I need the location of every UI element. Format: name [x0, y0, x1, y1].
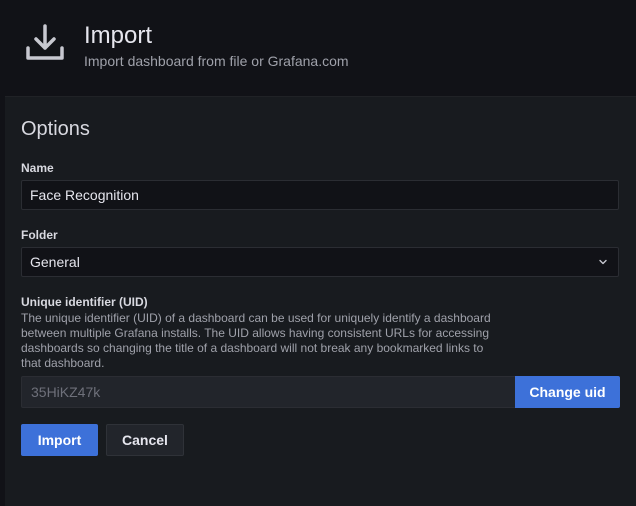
uid-label: Unique identifier (UID)	[21, 295, 148, 309]
folder-select-value: General	[30, 254, 80, 270]
uid-description: The unique identifier (UID) of a dashboa…	[21, 311, 491, 370]
import-download-icon	[26, 24, 64, 60]
page-subtitle: Import dashboard from file or Grafana.co…	[84, 53, 349, 69]
options-title: Options	[21, 118, 90, 140]
chevron-down-icon	[599, 259, 607, 265]
name-label: Name	[21, 161, 54, 175]
options-panel: Options Name Face Recognition Folder Gen…	[5, 96, 636, 506]
uid-input: 35HiKZ47k	[21, 376, 515, 408]
import-button[interactable]: Import	[21, 424, 98, 456]
cancel-button[interactable]: Cancel	[106, 424, 184, 456]
page-header: Import Import dashboard from file or Gra…	[0, 0, 636, 96]
page-title: Import	[84, 22, 153, 49]
folder-select[interactable]: General	[21, 247, 619, 277]
folder-label: Folder	[21, 228, 58, 242]
name-input[interactable]: Face Recognition	[21, 180, 619, 210]
change-uid-button[interactable]: Change uid	[515, 376, 620, 408]
